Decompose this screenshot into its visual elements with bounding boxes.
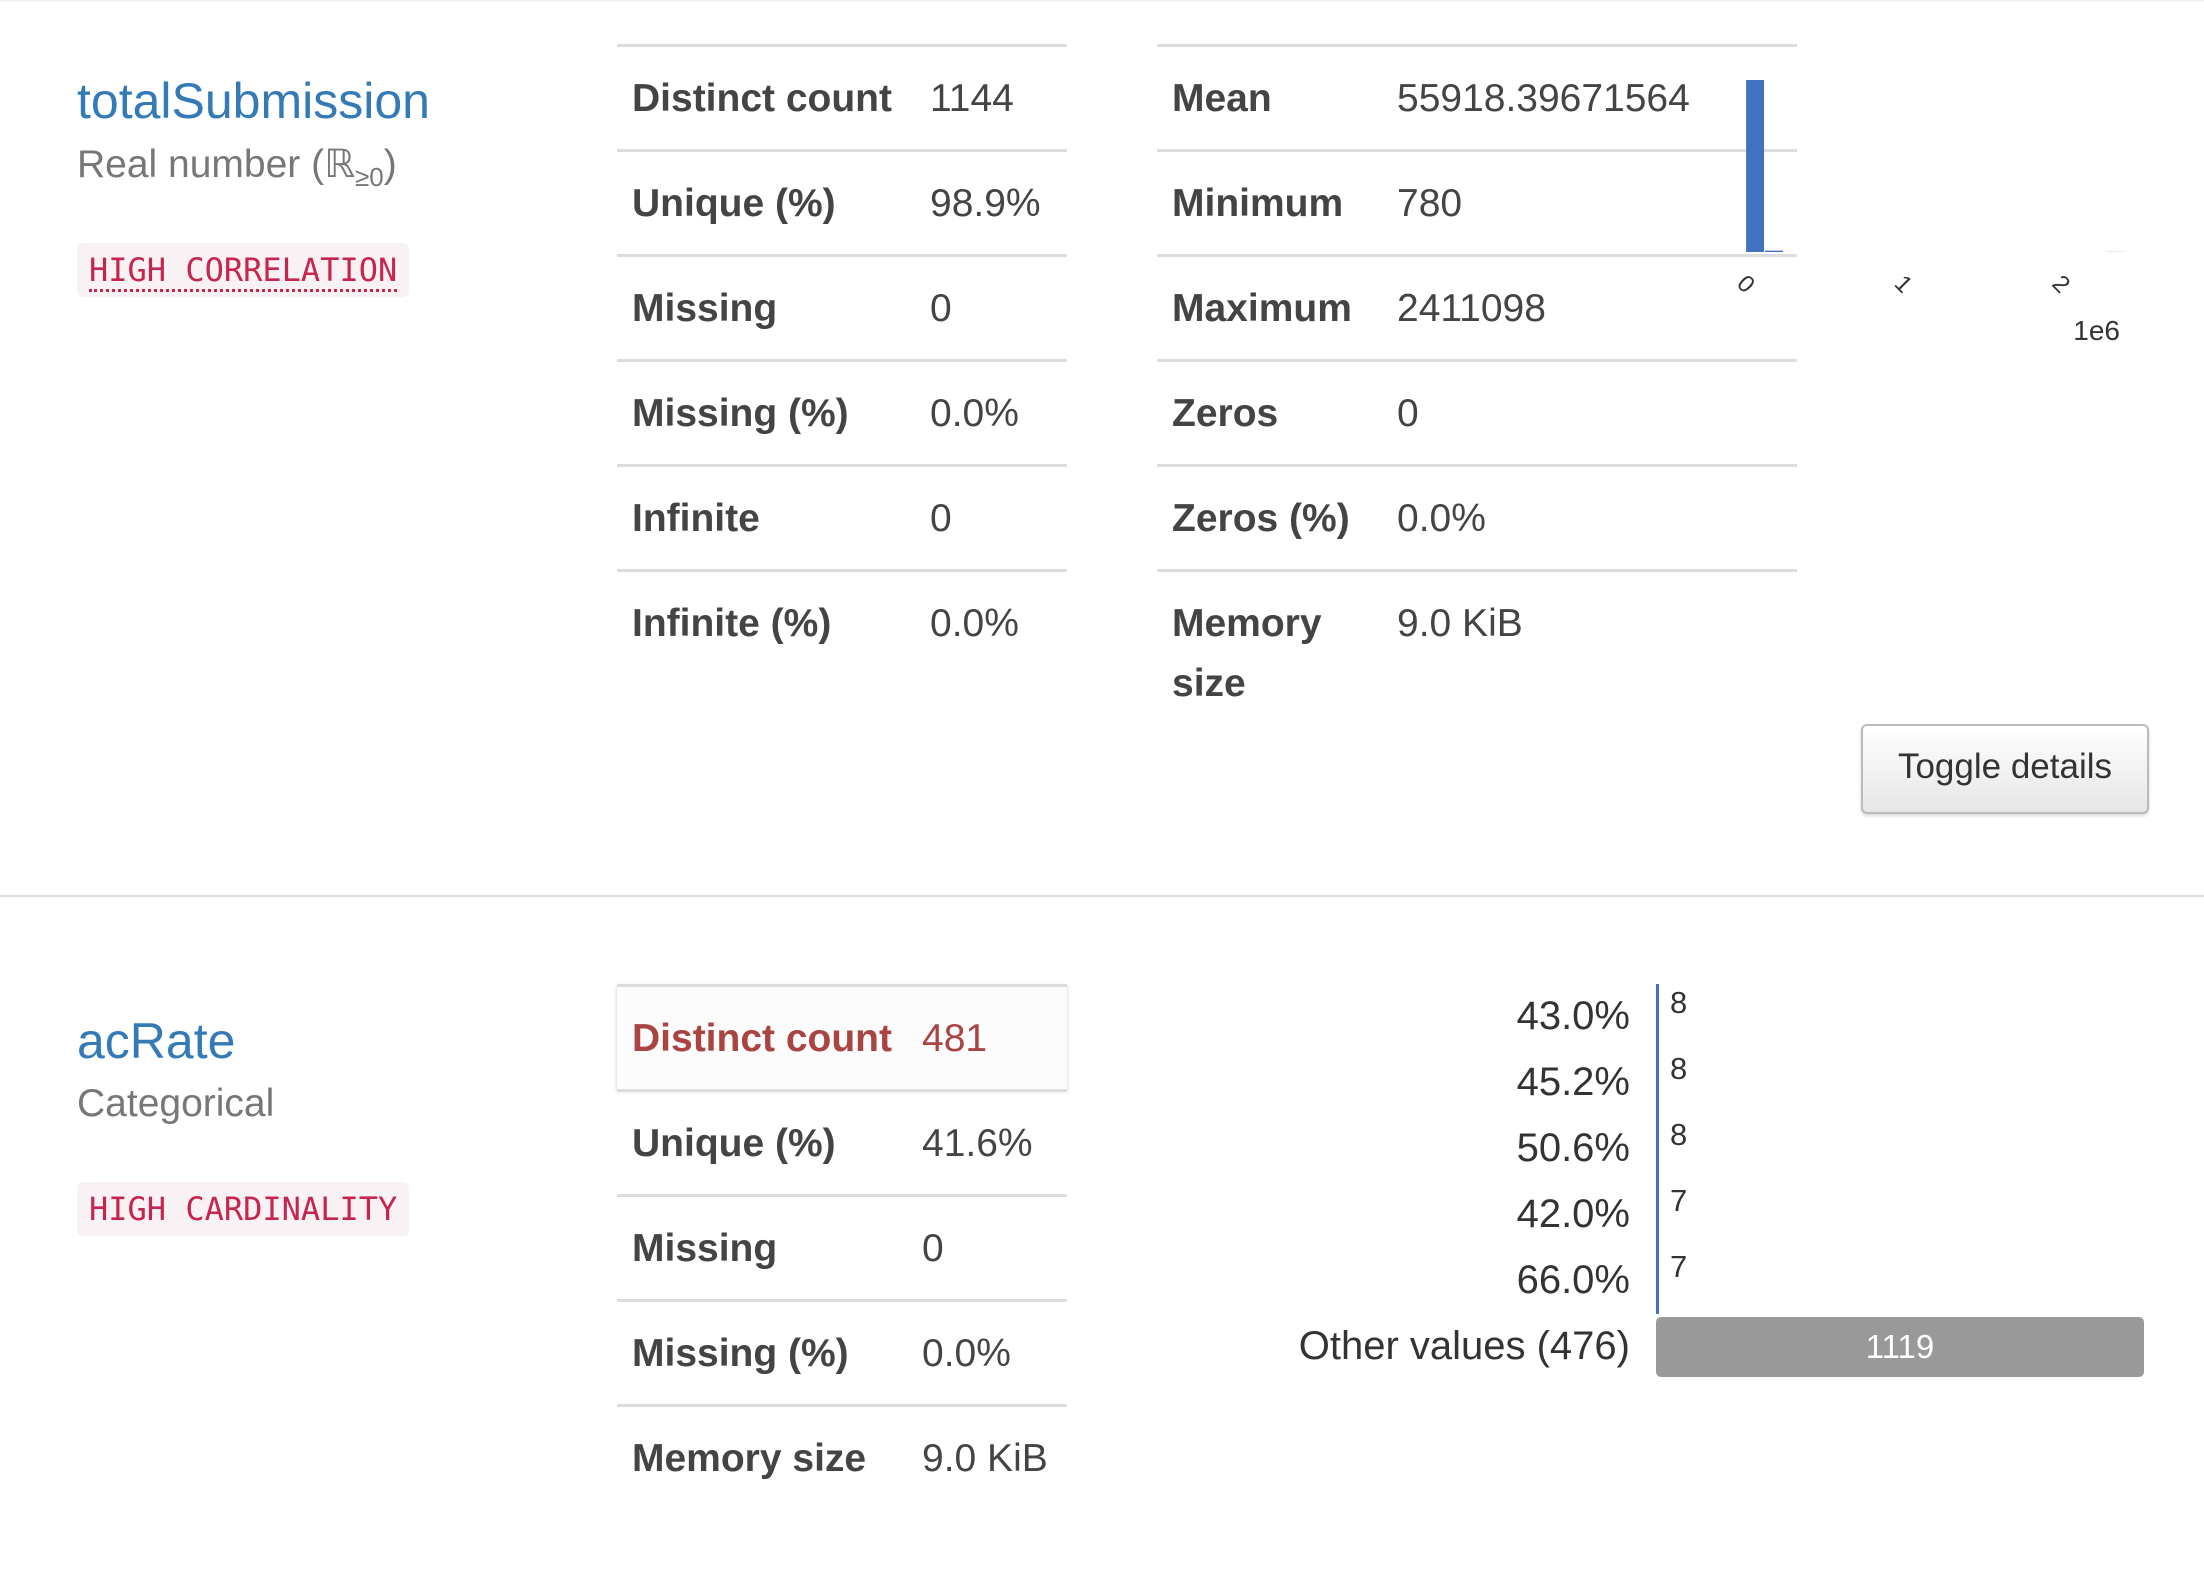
frequency-count: 8 bbox=[1670, 1117, 1688, 1152]
frequency-count: 8 bbox=[1670, 985, 1688, 1020]
histogram-bar bbox=[1746, 80, 1765, 252]
stat-value: 0 bbox=[1397, 392, 1419, 435]
variable-type-sub: ≥0 bbox=[355, 161, 384, 192]
stat-label: Memory size bbox=[1172, 602, 1322, 705]
stat-row: Missing 0 bbox=[617, 255, 1067, 361]
frequency-label: 42.0% bbox=[1516, 1192, 1630, 1236]
badge-label: HIGH CORRELATION bbox=[89, 251, 398, 292]
variable-type: Categorical bbox=[77, 1082, 275, 1125]
stat-label: Missing bbox=[632, 1227, 778, 1270]
stat-label: Distinct count bbox=[632, 1017, 892, 1060]
frequency-count: 1119 bbox=[1865, 1328, 1935, 1365]
stat-value: 98.9% bbox=[930, 182, 1041, 225]
histogram-scale-label: 1e6 bbox=[2073, 315, 2120, 346]
stat-row: Unique (%) 41.6% bbox=[617, 1090, 1067, 1196]
stat-value: 0 bbox=[930, 497, 952, 540]
stats-table-left: Distinct count 1144 Unique (%) 98.9% Missi… bbox=[617, 44, 1067, 674]
stat-value: 1144 bbox=[930, 77, 1014, 120]
frequency-bar bbox=[1656, 984, 1660, 1050]
stat-label: Maximum bbox=[1172, 287, 1352, 330]
histogram-chart: 0 1 2 1e6 bbox=[1731, 80, 2125, 346]
stat-label: Missing (%) bbox=[632, 1332, 849, 1375]
stat-row: Zeros 0 bbox=[1157, 360, 1797, 466]
histogram-tick-label: 0 bbox=[1731, 270, 1760, 299]
frequency-count: 7 bbox=[1670, 1183, 1688, 1218]
frequency-bar bbox=[1656, 1050, 1660, 1116]
stat-label: Missing (%) bbox=[632, 392, 849, 435]
stat-label: Mean bbox=[1172, 77, 1272, 120]
variable-type: Real number (ℝ≥0) bbox=[77, 142, 397, 193]
stat-row: Memory size 9.0 KiB bbox=[1157, 570, 1797, 735]
stat-value: 0 bbox=[922, 1227, 944, 1270]
frequency-count: 8 bbox=[1670, 1051, 1688, 1086]
frequency-label: Other values (476) bbox=[1298, 1324, 1630, 1368]
stat-label: Infinite bbox=[632, 497, 760, 540]
stat-label: Minimum bbox=[1172, 182, 1344, 225]
stat-value-text: 55918.39671564 bbox=[1397, 77, 1690, 120]
frequency-label: 50.6% bbox=[1516, 1126, 1630, 1170]
stat-value: 0.0% bbox=[922, 1332, 1011, 1375]
stat-label: Memory size bbox=[632, 1437, 867, 1480]
histogram-tick-label: 1 bbox=[1889, 270, 1918, 299]
frequency-label: 66.0% bbox=[1516, 1258, 1630, 1302]
histogram-tick-label: 2 bbox=[2047, 270, 2076, 299]
stat-row: Missing 0 bbox=[617, 1195, 1067, 1301]
stat-row: Unique (%) 98.9% bbox=[617, 150, 1067, 256]
frequency-label: 45.2% bbox=[1516, 1060, 1630, 1104]
stat-value: 9.0 KiB bbox=[922, 1437, 1048, 1480]
stat-row: Zeros (%) 0.0% bbox=[1157, 465, 1797, 571]
stat-label: Missing bbox=[632, 287, 778, 330]
high-correlation-badge[interactable]: HIGH CORRELATION bbox=[77, 243, 410, 297]
stat-value: 0.0% bbox=[930, 602, 1019, 645]
stat-row: Missing (%) 0.0% bbox=[617, 360, 1067, 466]
high-cardinality-badge[interactable]: HIGH CARDINALITY bbox=[77, 1182, 410, 1236]
stat-label: Zeros (%) bbox=[1172, 497, 1350, 540]
stat-row: Infinite 0 bbox=[617, 465, 1067, 571]
stat-row: Missing (%) 0.0% bbox=[617, 1300, 1067, 1406]
section-divider bbox=[0, 895, 2204, 897]
toggle-details-button[interactable]: Toggle details bbox=[1861, 724, 2149, 814]
variable-name[interactable]: acRate bbox=[77, 1012, 235, 1070]
stat-label: Zeros bbox=[1172, 392, 1279, 435]
stat-row: Distinct count 1144 bbox=[617, 45, 1067, 151]
stats-table-left: Distinct count 481 Unique (%) 41.6% Missin… bbox=[617, 984, 1067, 1509]
variable-name[interactable]: totalSubmission bbox=[77, 72, 430, 130]
frequency-bar-other: 1119 bbox=[1656, 1317, 2144, 1377]
stat-row: Memory size 9.0 KiB bbox=[617, 1405, 1067, 1510]
frequency-bar bbox=[1656, 1248, 1660, 1314]
stat-value: 41.6% bbox=[922, 1122, 1033, 1165]
frequency-count: 7 bbox=[1670, 1249, 1688, 1284]
stat-value: 481 bbox=[922, 1017, 988, 1060]
stat-row: Infinite (%) 0.0% bbox=[617, 570, 1067, 675]
stat-value: 0 bbox=[930, 287, 952, 330]
stat-value: 9.0 KiB bbox=[1397, 602, 1523, 645]
histogram-bar bbox=[1765, 250, 1783, 252]
frequency-bar bbox=[1656, 1116, 1660, 1182]
stat-label: Unique (%) bbox=[632, 1122, 836, 1165]
stat-row-alert: Distinct count 481 bbox=[617, 985, 1067, 1091]
stat-label: Infinite (%) bbox=[632, 602, 832, 645]
variable-type-text: Real number (ℝ bbox=[77, 143, 355, 186]
stat-label: Unique (%) bbox=[632, 182, 836, 225]
frequency-label: 43.0% bbox=[1516, 994, 1630, 1038]
variable-type-close: ) bbox=[383, 143, 397, 186]
stat-value: 0.0% bbox=[1397, 497, 1486, 540]
frequency-bar bbox=[1656, 1182, 1660, 1248]
stat-label: Distinct count bbox=[632, 77, 892, 120]
stat-value: 0.0% bbox=[930, 392, 1019, 435]
badge-label: HIGH CARDINALITY bbox=[89, 1190, 398, 1228]
top-border bbox=[0, 0, 2204, 2]
